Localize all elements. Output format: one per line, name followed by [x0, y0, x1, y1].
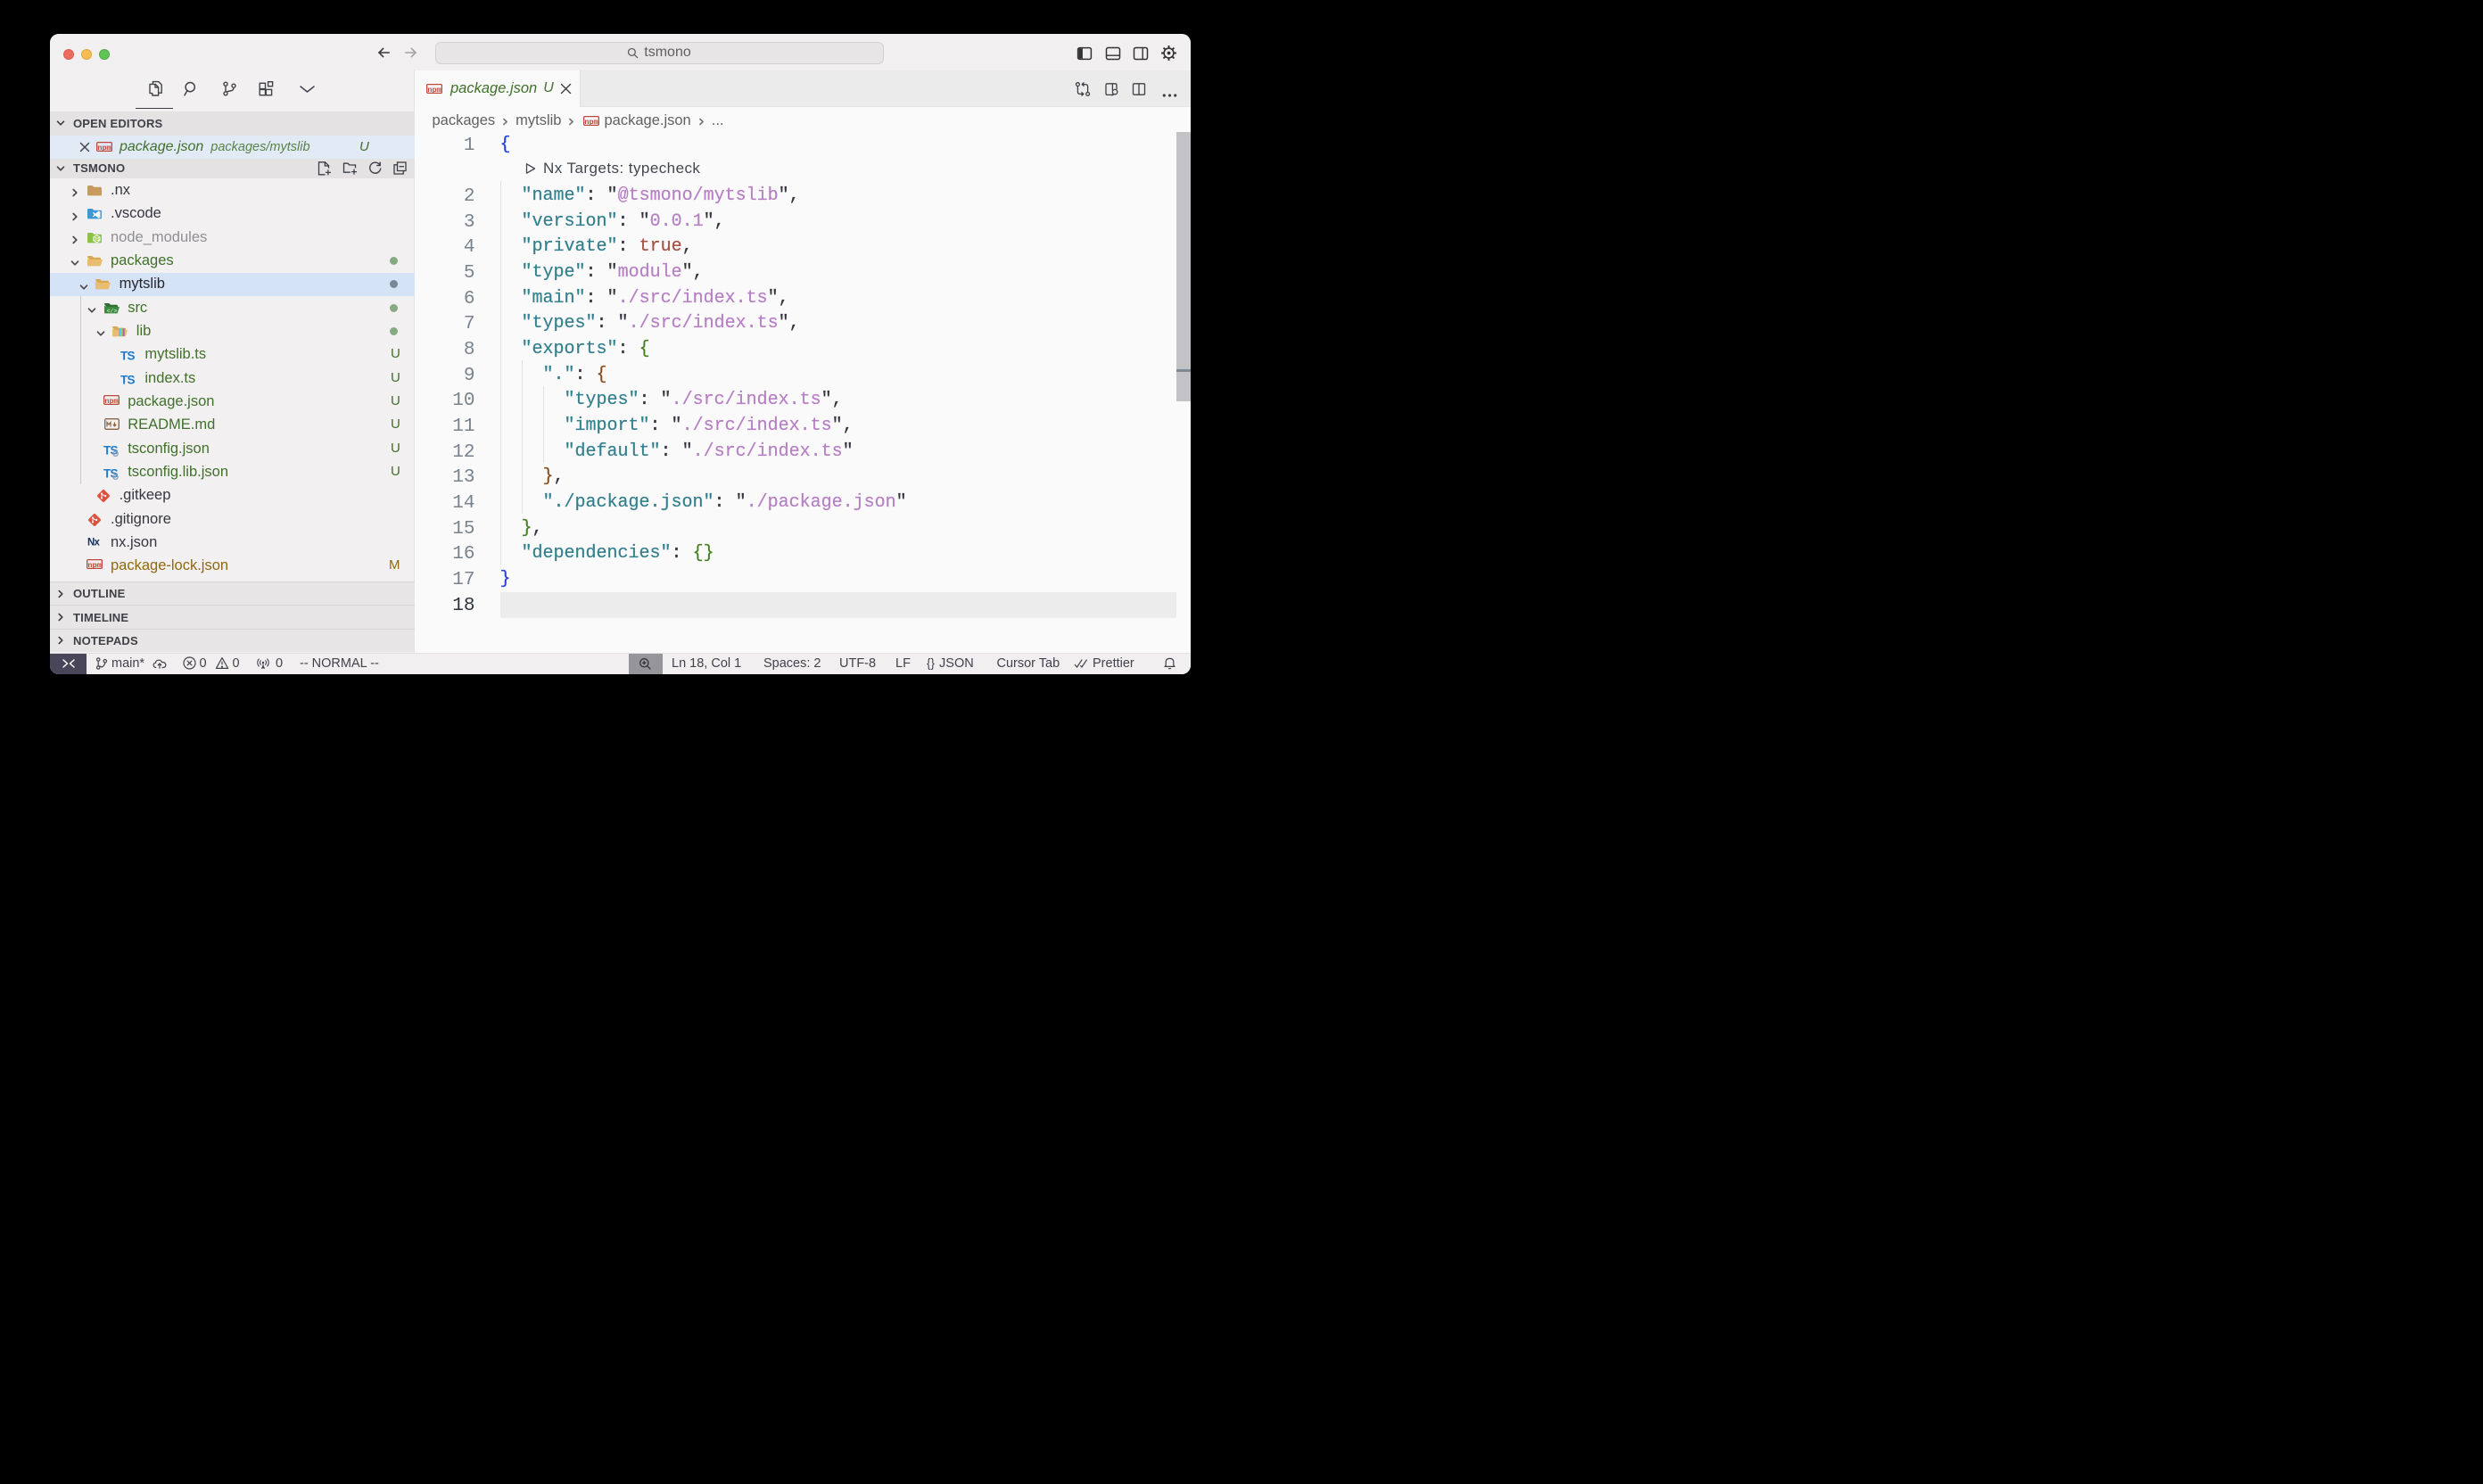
svg-text:TS: TS	[120, 350, 135, 363]
svg-text:TS: TS	[120, 373, 135, 386]
svg-text:JS: JS	[94, 237, 100, 243]
svg-text:npm: npm	[87, 561, 101, 569]
svg-text:TS: TS	[103, 443, 118, 457]
svg-text:npm: npm	[427, 86, 441, 94]
svg-text:npm: npm	[97, 144, 111, 152]
svg-text:npm: npm	[585, 118, 598, 126]
svg-text:</>: </>	[106, 308, 117, 314]
svg-text:Nx: Nx	[87, 538, 101, 548]
svg-text:TS: TS	[103, 467, 118, 481]
svg-text:npm: npm	[105, 397, 119, 405]
